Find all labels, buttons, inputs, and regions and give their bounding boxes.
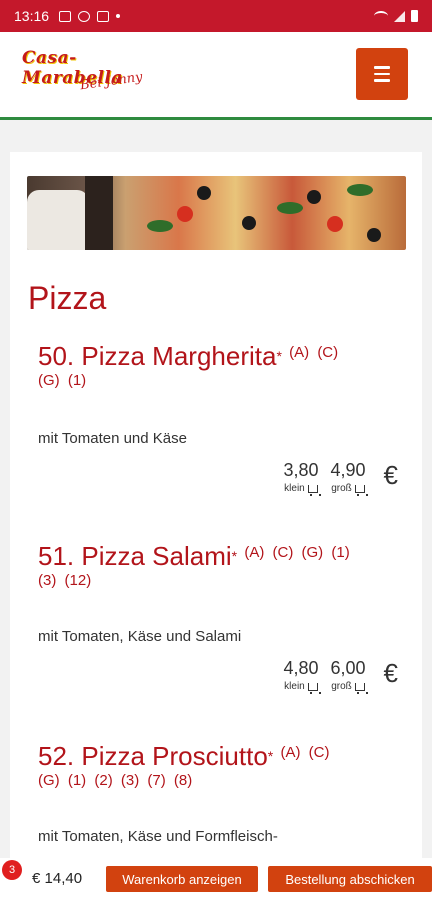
price-small[interactable]: 4,80 klein xyxy=(283,658,321,694)
allergen-code: (1) xyxy=(67,372,87,389)
price-small-value: 3,80 xyxy=(283,460,319,480)
show-cart-button[interactable]: Warenkorb anzeigen xyxy=(106,866,258,892)
pizza-banner-image xyxy=(27,176,406,250)
olive-shape xyxy=(367,228,381,242)
cart-icon xyxy=(354,484,368,496)
cart-total: € 14,40 xyxy=(32,870,83,887)
allergen-code: (12) xyxy=(64,572,92,589)
status-bar: 13:16 xyxy=(0,0,432,32)
basil-shape xyxy=(277,202,303,214)
notification-icons xyxy=(59,10,121,22)
price-large-value: 4,90 xyxy=(330,460,366,480)
bottle-shape xyxy=(85,176,113,250)
menu-item: 51. Pizza Salami* (A) (C) (G) (1) (3) (1… xyxy=(38,542,398,722)
item-name: 50. Pizza Margherita xyxy=(38,341,277,371)
menu-card: Pizza 50. Pizza Margherita* (A) (C) (G) … xyxy=(10,152,422,862)
category-title: Pizza xyxy=(28,280,107,316)
cart-icon xyxy=(354,682,368,694)
menu-icon-line xyxy=(374,66,390,69)
menu-icon-line xyxy=(374,79,390,82)
app-icon xyxy=(97,10,110,22)
item-star: * xyxy=(276,348,282,364)
menu-item: 52. Pizza Prosciutto* (A) (C) (G) (1) (2… xyxy=(38,742,398,862)
allergen-code: (A) xyxy=(289,344,310,361)
allergen-code: (8) xyxy=(173,772,193,789)
price-large[interactable]: 6,00 groß xyxy=(330,658,368,694)
allergen-code: (G) xyxy=(301,544,324,561)
size-label-large: groß xyxy=(331,483,352,494)
item-description: mit Tomaten, Käse und Salami xyxy=(38,628,242,645)
submit-order-button[interactable]: Bestellung abschicken xyxy=(268,866,432,892)
allergen-code: (3) xyxy=(38,572,57,589)
price-small[interactable]: 3,80 klein xyxy=(283,460,321,496)
allergen-code: (C) xyxy=(317,344,339,361)
item-name: 51. Pizza Salami xyxy=(38,541,232,571)
more-notifications-icon xyxy=(116,14,121,18)
tomato-shape xyxy=(177,206,193,222)
cart-count-badge: 3 xyxy=(2,860,22,880)
cart-icon xyxy=(307,682,321,694)
allergen-code: (C) xyxy=(272,544,294,561)
size-label-small: klein xyxy=(284,681,305,692)
cart-icon xyxy=(307,484,321,496)
menu-item: 50. Pizza Margherita* (A) (C) (G) (1) mi… xyxy=(38,342,398,522)
wifi-icon xyxy=(374,11,388,21)
allergen-list: (G) (1) (2) (3) (7) (8) xyxy=(38,770,398,792)
basil-shape xyxy=(147,220,173,232)
olive-shape xyxy=(242,216,256,230)
signal-icon xyxy=(394,10,405,22)
battery-icon xyxy=(411,10,418,22)
tomato-shape xyxy=(327,216,343,232)
item-star: * xyxy=(231,548,238,564)
allergen-code: (A) xyxy=(280,744,301,761)
allergen-list: (G) (1) xyxy=(38,370,398,392)
app-header: Casa-Marabella Bei Jonny xyxy=(0,32,432,120)
allergen-code: (1) xyxy=(331,544,350,561)
price-large-value: 6,00 xyxy=(330,658,366,678)
allergen-code: (G) xyxy=(38,372,60,389)
size-label-small: klein xyxy=(284,483,305,494)
item-name: 52. Pizza Prosciutto xyxy=(38,741,268,771)
allergen-code: (G) xyxy=(38,772,60,789)
price-large[interactable]: 4,90 groß xyxy=(330,460,368,496)
logo[interactable]: Casa-Marabella Bei Jonny xyxy=(22,48,162,104)
size-label-large: groß xyxy=(331,681,352,692)
allergen-code: (7) xyxy=(147,772,166,789)
olive-shape xyxy=(197,186,211,200)
status-time: 13:16 xyxy=(14,8,50,24)
allergen-list: (3) (12) xyxy=(38,570,398,592)
image-icon xyxy=(59,10,72,22)
item-title[interactable]: 51. Pizza Salami* (A) (C) (G) (1) xyxy=(38,542,398,570)
olive-shape xyxy=(307,190,321,204)
basil-shape xyxy=(347,184,373,196)
menu-icon-line xyxy=(374,72,390,76)
allergen-code: (3) xyxy=(120,772,140,789)
price-small-value: 4,80 xyxy=(283,658,319,678)
jar-shape xyxy=(27,190,89,250)
allergen-code: (2) xyxy=(94,772,113,789)
item-description: mit Tomaten, Käse und Formfleisch- xyxy=(38,828,278,845)
item-description: mit Tomaten und Käse xyxy=(38,430,187,447)
item-title[interactable]: 50. Pizza Margherita* (A) (C) xyxy=(38,342,398,370)
item-title[interactable]: 52. Pizza Prosciutto* (A) (C) xyxy=(38,742,398,770)
price-row: 3,80 klein 4,90 groß € xyxy=(283,460,398,496)
currency-symbol: € xyxy=(383,658,398,688)
allergen-code: (C) xyxy=(308,744,330,761)
item-star: * xyxy=(267,748,274,764)
price-row: 4,80 klein 6,00 groß € xyxy=(283,658,398,694)
currency-symbol: € xyxy=(383,460,398,490)
alarm-icon xyxy=(78,10,91,22)
allergen-code: (1) xyxy=(67,772,87,789)
allergen-code: (A) xyxy=(244,544,265,561)
cart-bar: 3 € 14,40 Warenkorb anzeigen Bestellung … xyxy=(0,858,432,900)
hamburger-menu-button[interactable] xyxy=(356,48,408,100)
